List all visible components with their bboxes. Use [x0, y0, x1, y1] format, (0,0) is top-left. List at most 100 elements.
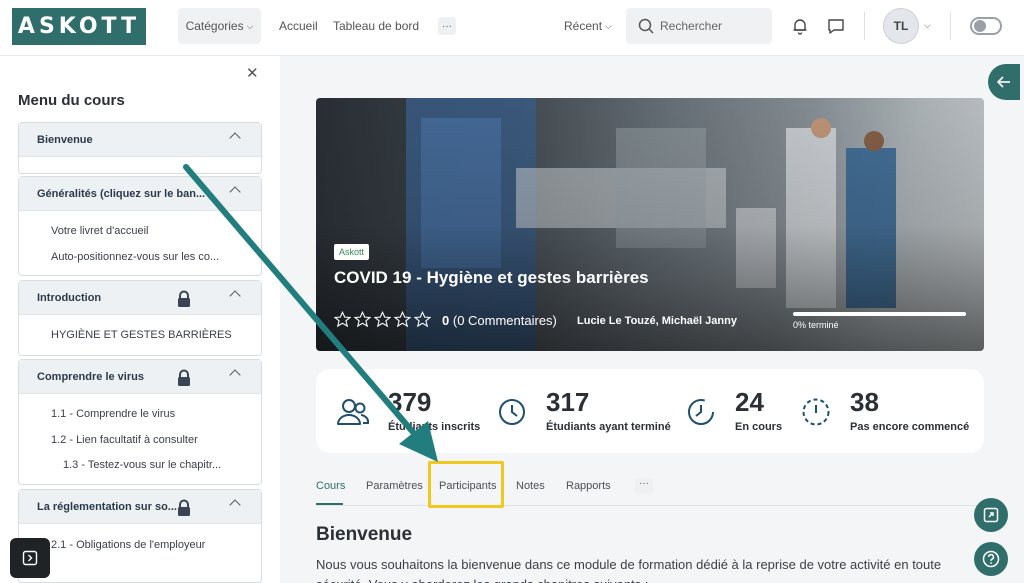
course-authors: Lucie Le Touzé, Michaël Janny	[577, 315, 737, 327]
sidebar-item-1-1[interactable]: 1.1 - Comprendre le virus	[51, 408, 175, 420]
collapse-panel-button[interactable]	[988, 64, 1020, 100]
tab-notes[interactable]: Notes	[516, 480, 545, 492]
recent-menu[interactable]: Récent ⌵	[564, 8, 612, 44]
users-icon	[337, 399, 370, 425]
section-bienvenue[interactable]: Bienvenue	[18, 122, 262, 174]
stat-not-started-value: 38	[850, 387, 879, 417]
clock-icon	[499, 399, 525, 425]
askott-logo[interactable]: ASKOTT	[12, 8, 146, 45]
chevron-up-icon[interactable]	[229, 186, 241, 198]
chevron-up-icon[interactable]	[229, 369, 241, 381]
recent-label: Récent	[564, 19, 603, 33]
course-tabs: Cours Paramètres Participants Notes Rapp…	[316, 470, 984, 506]
section-title: Introduction	[37, 291, 102, 304]
section-header[interactable]: Généralités (cliquez sur le ban...	[19, 177, 261, 211]
help-icon	[982, 550, 1000, 568]
expand-sidebar-button[interactable]	[10, 538, 50, 578]
progress-bar	[793, 312, 966, 316]
bell-icon[interactable]	[790, 16, 810, 36]
top-bar: ASKOTT Catégories ⌵ Accueil Tableau de b…	[0, 0, 1024, 56]
stat-completed-value: 317	[546, 387, 590, 417]
section-header[interactable]: La réglementation sur so...	[19, 490, 261, 524]
stat-completed-label: Étudiants ayant terminé	[546, 421, 671, 433]
course-menu-sidebar: ✕ Menu du cours Bienvenue Généralités (c…	[0, 56, 280, 583]
chevron-down-icon: ⌵	[246, 20, 254, 31]
tab-parametres[interactable]: Paramètres	[366, 480, 423, 492]
arrow-left-icon	[997, 76, 1010, 88]
lock-icon	[178, 290, 190, 307]
section-title: Comprendre le virus	[37, 370, 144, 383]
search-input[interactable]	[660, 19, 760, 33]
lock-icon	[178, 369, 190, 386]
sidebar-item-livret-accueil[interactable]: Votre livret d'accueil	[51, 225, 148, 237]
chat-icon[interactable]	[826, 16, 846, 36]
chevron-down-icon: ⌵	[605, 20, 612, 31]
chevron-up-icon[interactable]	[229, 132, 241, 144]
sidebar-item-1-2[interactable]: 1.2 - Lien facultatif à consulter	[51, 434, 198, 446]
section-heading: Bienvenue	[316, 524, 413, 545]
progress-label: 0% terminé	[793, 320, 839, 330]
sidebar-item-hygiene[interactable]: HYGIÈNE ET GESTES BARRIÈRES	[51, 329, 232, 341]
nav-tableau-de-bord-link[interactable]: Tableau de bord	[333, 8, 419, 44]
categories-label: Catégories	[185, 19, 244, 33]
sidebar-item-auto-positionnement[interactable]: Auto-positionnez-vous sur les co...	[51, 251, 219, 263]
chevron-up-icon[interactable]	[229, 290, 241, 302]
section-reglementation[interactable]: La réglementation sur so... 2.1 - Obliga…	[18, 489, 262, 583]
categories-menu[interactable]: Catégories ⌵	[178, 8, 261, 44]
rating-comments[interactable]: (0 Commentaires)	[453, 313, 557, 328]
divider	[950, 12, 951, 40]
section-header[interactable]: Comprendre le virus	[19, 360, 261, 394]
section-header[interactable]: Bienvenue	[19, 123, 261, 157]
sidebar-title: Menu du cours	[18, 92, 125, 109]
star-icon[interactable]	[354, 311, 371, 328]
section-title: La réglementation sur so...	[37, 500, 177, 513]
tabs-more-button[interactable]: ···	[635, 478, 653, 494]
rating-value: 0	[442, 313, 450, 328]
theme-toggle[interactable]	[970, 17, 1002, 35]
chevron-down-icon[interactable]: ⌵	[924, 20, 931, 31]
tab-rapports[interactable]: Rapports	[566, 480, 611, 492]
expand-icon	[983, 507, 999, 523]
fullscreen-button[interactable]	[974, 498, 1008, 532]
section-title: Bienvenue	[37, 133, 93, 146]
toggle-knob	[974, 20, 986, 32]
rating-summary: 0 (0 Commentaires)	[442, 313, 557, 328]
star-icon[interactable]	[414, 311, 431, 328]
section-introduction[interactable]: Introduction HYGIÈNE ET GESTES BARRIÈRES	[18, 280, 262, 356]
intro-paragraph: Nous vous souhaitons la bienvenue dans c…	[316, 557, 942, 583]
search-box[interactable]	[626, 8, 772, 44]
section-generalites[interactable]: Généralités (cliquez sur le ban... Votre…	[18, 176, 262, 276]
close-icon[interactable]: ✕	[246, 64, 259, 82]
help-button[interactable]	[974, 542, 1008, 576]
course-title: COVID 19 - Hygiène et gestes barrières	[334, 268, 649, 287]
nav-accueil-link[interactable]: Accueil	[279, 8, 318, 44]
star-icon[interactable]	[334, 311, 351, 328]
tab-cours[interactable]: Cours	[316, 480, 345, 492]
divider	[864, 12, 865, 40]
section-comprendre-virus[interactable]: Comprendre le virus 1.1 - Comprendre le …	[18, 359, 262, 485]
chevron-up-icon[interactable]	[229, 499, 241, 511]
search-icon	[638, 18, 654, 34]
sidebar-item-2-1[interactable]: 2.1 - Obligations de l'employeur	[51, 539, 205, 551]
star-icon[interactable]	[374, 311, 391, 328]
category-badge[interactable]: Askott	[334, 244, 370, 260]
rating-stars[interactable]	[334, 311, 431, 328]
stat-in-progress-value: 24	[735, 387, 764, 417]
nav-more-button[interactable]: ···	[438, 17, 456, 35]
participants-highlight-box	[428, 461, 504, 508]
course-stats-card: 379 Étudiants inscrits 317 Étudiants aya…	[316, 369, 984, 453]
timer-icon	[802, 398, 830, 426]
panel-toggle-icon	[22, 550, 38, 566]
section-header[interactable]: Introduction	[19, 281, 261, 315]
stat-enrolled-label: Étudiants inscrits	[388, 421, 481, 433]
stat-enrolled-value: 379	[388, 387, 432, 417]
user-avatar[interactable]: TL	[883, 8, 919, 44]
clock-progress-icon	[688, 399, 714, 425]
course-hero-banner: Askott COVID 19 - Hygiène et gestes barr…	[316, 98, 984, 351]
star-icon[interactable]	[394, 311, 411, 328]
stat-not-started-label: Pas encore commencé	[850, 421, 970, 433]
sidebar-item-1-3[interactable]: 1.3 - Testez-vous sur le chapitr...	[63, 459, 221, 471]
active-tab-indicator	[316, 503, 343, 505]
lock-icon	[178, 499, 190, 516]
stat-in-progress-label: En cours	[735, 421, 783, 433]
